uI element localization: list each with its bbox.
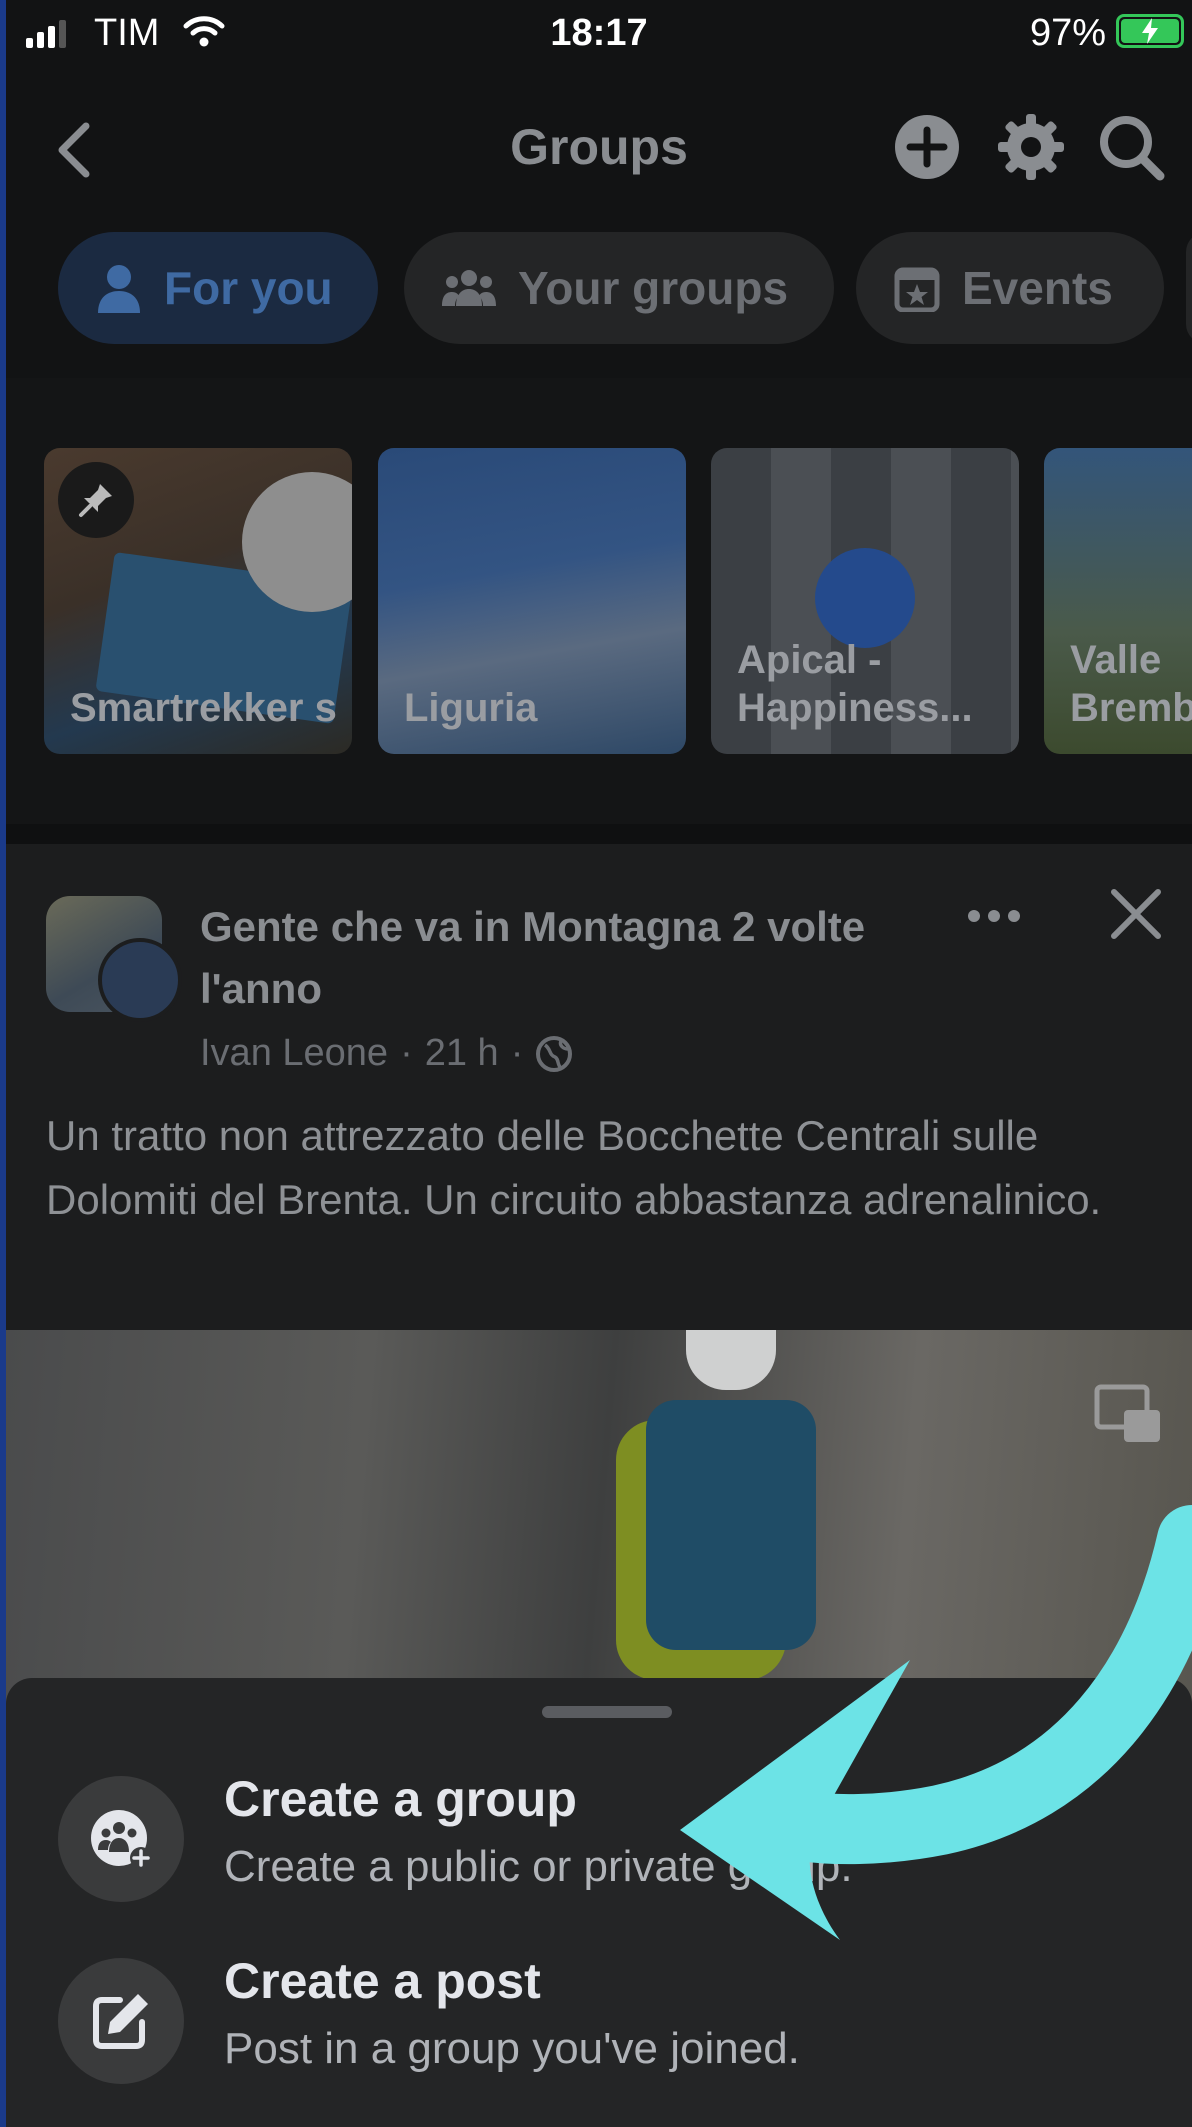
- group-card[interactable]: Liguria: [378, 448, 686, 754]
- author-avatar[interactable]: [98, 938, 182, 1022]
- globe-icon: [536, 1035, 573, 1072]
- annotation-arrow-icon: [640, 1500, 1192, 1965]
- group-tabs: For you Your groups Events: [6, 228, 1192, 378]
- edit-icon: [58, 1958, 184, 2084]
- group-name: Apical - Happiness...: [737, 638, 973, 730]
- tab-your-groups[interactable]: Your groups: [404, 232, 834, 344]
- meta-separator: ·: [510, 1032, 524, 1074]
- more-options-icon[interactable]: [966, 908, 1022, 929]
- nav-bar: Groups: [6, 62, 1192, 228]
- tab-label: Your groups: [518, 262, 789, 314]
- search-icon[interactable]: [1096, 112, 1166, 182]
- tab-more[interactable]: [1186, 232, 1192, 344]
- pin-icon: [58, 462, 134, 538]
- post-group-name[interactable]: Gente che va in Montagna 2 volte l'anno: [200, 896, 920, 1020]
- option-subtitle: Post in a group you've joined.: [224, 2024, 800, 2073]
- person-icon: [98, 265, 140, 313]
- option-title: Create a group: [224, 1771, 577, 1827]
- meta-separator: ·: [400, 1032, 413, 1074]
- status-bar: TIM 18:17 97%: [6, 0, 1192, 62]
- people-group-icon: [442, 270, 496, 306]
- post-meta: Ivan Leone · 21 h ·: [200, 1032, 573, 1075]
- hiker-helmet: [686, 1330, 776, 1390]
- group-card[interactable]: Apical - Happiness...: [711, 448, 1019, 754]
- tab-label: For you: [164, 262, 333, 314]
- post-author[interactable]: Ivan Leone: [200, 1032, 388, 1075]
- group-logo: [815, 548, 915, 648]
- gear-icon[interactable]: [996, 112, 1066, 182]
- tab-for-you[interactable]: For you: [58, 232, 378, 344]
- calendar-star-icon: [894, 267, 940, 312]
- group-name: Liguria: [404, 686, 538, 730]
- section-divider: [6, 824, 1192, 844]
- groups-carousel: Smartrekker s Liguria Apical - Happiness…: [6, 378, 1192, 824]
- plus-circle-icon[interactable]: [892, 112, 962, 182]
- group-name: Smartrekker s: [70, 686, 337, 730]
- tab-label: Events: [962, 262, 1113, 314]
- picture-in-picture-icon[interactable]: [1094, 1384, 1162, 1449]
- post-text: Un tratto non attrezzato delle Bocchette…: [46, 1112, 1102, 1223]
- add-group-icon: [58, 1776, 184, 1902]
- group-card[interactable]: Valle Bremb: [1044, 448, 1192, 754]
- create-post-option[interactable]: Create a post Post in a group you've joi…: [6, 1946, 1192, 2106]
- tab-events[interactable]: Events: [856, 232, 1164, 344]
- battery-icon: [1116, 14, 1184, 48]
- battery-percent: 97%: [1029, 12, 1106, 54]
- group-card[interactable]: Smartrekker s: [44, 448, 352, 754]
- close-icon[interactable]: [1110, 888, 1162, 945]
- option-title: Create a post: [224, 1953, 541, 2009]
- post-time[interactable]: 21 h: [425, 1032, 499, 1075]
- group-name: Valle Bremb: [1070, 638, 1192, 730]
- clock: 18:17: [550, 12, 648, 54]
